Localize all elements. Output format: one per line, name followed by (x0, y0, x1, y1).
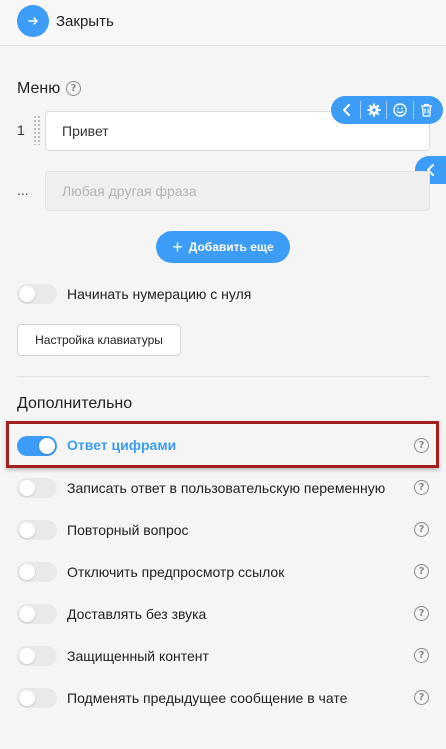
chevron-left-icon[interactable] (336, 99, 358, 121)
arrow-right-icon (28, 17, 38, 25)
option-toggle-silent-delivery[interactable] (17, 604, 57, 624)
toolbar-divider (386, 101, 388, 119)
help-icon[interactable]: ? (414, 480, 429, 495)
option-label-replace-previous: Подменять предыдущее сообщение в чате (67, 690, 348, 706)
help-icon[interactable]: ? (414, 522, 429, 537)
any-phrase-marker: ... (17, 182, 29, 198)
help-icon[interactable]: ? (414, 564, 429, 579)
keyboard-settings-button[interactable]: Настройка клавиатуры (17, 324, 181, 356)
section-divider (17, 376, 430, 377)
row-number: 1 (17, 122, 25, 138)
menu-item-text: Привет (62, 123, 109, 139)
add-more-button[interactable]: + Добавить еще (156, 231, 290, 263)
smiley-icon[interactable] (389, 99, 411, 121)
option-toggle-repeat-question[interactable] (17, 520, 57, 540)
toolbar-divider (413, 101, 415, 119)
numbering-toggle[interactable] (17, 284, 57, 304)
add-more-label: Добавить еще (188, 240, 274, 254)
option-toggle-numeric-answer[interactable] (17, 436, 57, 456)
numbering-label: Начинать нумерацию с нуля (67, 286, 252, 302)
option-toggle-disable-link-preview[interactable] (17, 562, 57, 582)
item-toolbar (331, 96, 443, 124)
header: Закрыть (0, 0, 446, 46)
option-label-repeat-question: Повторный вопрос (67, 522, 189, 538)
close-label[interactable]: Закрыть (56, 13, 114, 30)
menu-title: Меню (17, 80, 61, 97)
option-label-numeric-answer: Ответ цифрами (67, 437, 177, 453)
close-button[interactable] (17, 5, 49, 37)
gear-icon[interactable] (363, 99, 385, 121)
option-label-protected-content: Защищенный контент (67, 648, 209, 664)
option-label-save-variable: Записать ответ в пользовательскую переме… (67, 480, 386, 496)
help-icon[interactable]: ? (414, 606, 429, 621)
option-toggle-protected-content[interactable] (17, 646, 57, 666)
plus-icon: + (172, 237, 183, 257)
help-icon[interactable]: ? (414, 648, 429, 663)
menu-help-icon[interactable]: ? (66, 81, 81, 96)
trash-icon[interactable] (416, 99, 438, 121)
any-phrase-input[interactable]: Любая другая фраза (45, 171, 430, 211)
help-icon[interactable]: ? (414, 690, 429, 705)
option-label-disable-link-preview: Отключить предпросмотр ссылок (67, 564, 285, 580)
help-icon[interactable]: ? (414, 438, 429, 453)
drag-handle-icon[interactable] (33, 115, 41, 145)
keyboard-settings-label: Настройка клавиатуры (35, 333, 163, 347)
additional-title: Дополнительно (17, 395, 133, 412)
toolbar-divider (359, 101, 361, 119)
option-label-silent-delivery: Доставлять без звука (67, 606, 207, 622)
option-toggle-replace-previous[interactable] (17, 688, 57, 708)
any-phrase-placeholder: Любая другая фраза (62, 183, 197, 199)
option-toggle-save-variable[interactable] (17, 478, 57, 498)
